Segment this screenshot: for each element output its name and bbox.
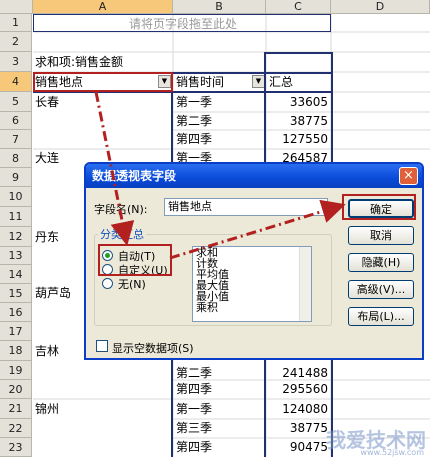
radio-auto[interactable] bbox=[102, 250, 113, 261]
function-list[interactable]: 求和 计数 平均值 最大值 最小值 乘积 bbox=[192, 246, 312, 322]
radio-none[interactable] bbox=[102, 278, 113, 289]
ok-button[interactable]: 确定 bbox=[348, 199, 414, 218]
quarter-cell[interactable]: 第四季 bbox=[174, 130, 266, 149]
quarter-cell[interactable]: 第二季 bbox=[174, 361, 266, 380]
field-name-input[interactable]: 销售地点 bbox=[164, 198, 328, 216]
show-empty-checkbox[interactable] bbox=[96, 340, 108, 352]
city-cell[interactable]: 长春 bbox=[33, 92, 173, 112]
value-cell[interactable]: 264587 bbox=[267, 149, 331, 162]
quarter-cell[interactable]: 第一季 bbox=[174, 92, 266, 112]
city-cell[interactable]: 锦州 bbox=[33, 399, 173, 419]
radio-none-label[interactable]: 无(N) bbox=[118, 276, 146, 292]
quarter-cell[interactable]: 第一季 bbox=[174, 399, 266, 419]
page-field-drop-zone[interactable]: 请将页字段拖至此处 bbox=[33, 14, 331, 32]
radio-custom[interactable] bbox=[102, 264, 113, 275]
row-field-location[interactable]: 销售地点 bbox=[33, 72, 158, 92]
field-name-label: 字段名(N): bbox=[94, 203, 148, 216]
city-cell[interactable]: 葫芦岛 bbox=[33, 284, 83, 303]
value-cell[interactable]: 241488 bbox=[267, 361, 331, 380]
close-icon[interactable]: × bbox=[399, 167, 418, 185]
value-cell[interactable]: 38775 bbox=[267, 112, 331, 130]
quarter-cell[interactable]: 第四季 bbox=[174, 438, 266, 457]
quarter-cell[interactable]: 第一季 bbox=[174, 149, 266, 162]
subtotal-group-label: 分类汇总 bbox=[98, 226, 146, 242]
layout-button[interactable]: 布局(L)... bbox=[348, 307, 414, 326]
city-cell[interactable]: 丹东 bbox=[33, 227, 83, 247]
location-dropdown-icon[interactable]: ▼ bbox=[158, 75, 171, 88]
pivot-field-dialog[interactable]: 数据透视表字段 × 字段名(N): 销售地点 确定 取消 隐藏(H) 高级(V)… bbox=[84, 162, 424, 360]
advanced-button[interactable]: 高级(V)... bbox=[348, 280, 414, 299]
value-cell[interactable]: 33605 bbox=[267, 92, 331, 112]
row-field-time[interactable]: 销售时间 bbox=[174, 72, 252, 92]
city-cell[interactable]: 大连 bbox=[33, 149, 83, 168]
watermark-url: www.52jsw.com bbox=[360, 448, 424, 457]
quarter-cell[interactable]: 第四季 bbox=[174, 380, 266, 399]
time-dropdown-icon[interactable]: ▼ bbox=[252, 75, 265, 88]
value-cell[interactable]: 295560 bbox=[267, 380, 331, 399]
city-cell[interactable]: 吉林 bbox=[33, 341, 83, 361]
list-scrollbar[interactable] bbox=[299, 247, 311, 321]
value-cell[interactable]: 127550 bbox=[267, 130, 331, 149]
quarter-cell[interactable]: 第二季 bbox=[174, 112, 266, 130]
sum-label-cell[interactable]: 求和项:销售金额 bbox=[33, 52, 173, 72]
total-header: 汇总 bbox=[269, 75, 294, 89]
value-cell[interactable]: 124080 bbox=[267, 399, 331, 419]
hide-button[interactable]: 隐藏(H) bbox=[348, 253, 414, 272]
value-cell[interactable]: 90475 bbox=[267, 438, 331, 457]
dialog-title[interactable]: 数据透视表字段 bbox=[86, 164, 422, 188]
value-cell[interactable]: 38775 bbox=[267, 419, 331, 438]
cancel-button[interactable]: 取消 bbox=[348, 226, 414, 245]
show-empty-label[interactable]: 显示空数据项(S) bbox=[112, 340, 194, 356]
quarter-cell[interactable]: 第三季 bbox=[174, 419, 266, 438]
list-item[interactable]: 乘积 bbox=[193, 302, 311, 313]
